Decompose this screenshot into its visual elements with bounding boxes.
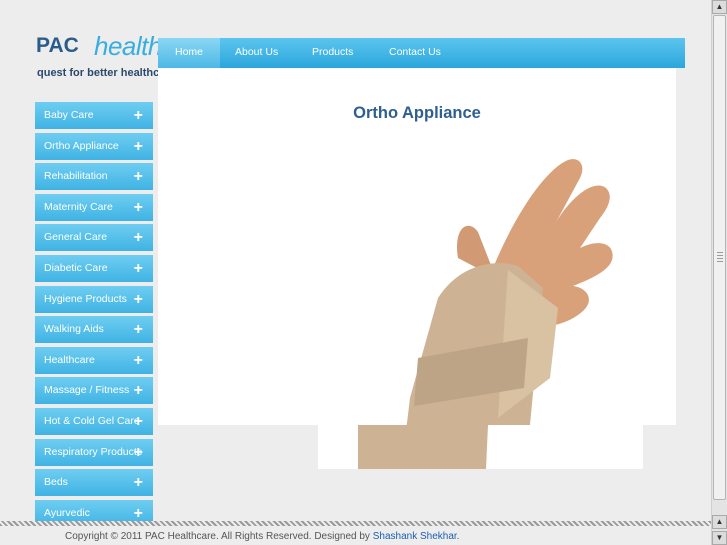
sidebar-item-label: General Care bbox=[44, 231, 108, 244]
sidebar-item-label: Beds bbox=[44, 476, 68, 489]
arrow-down-icon[interactable]: ▼ bbox=[712, 531, 727, 545]
sidebar-item-maternity-care[interactable]: Maternity Care + bbox=[35, 193, 153, 221]
sidebar-menu: Baby Care + Ortho Appliance + Rehabilitati… bbox=[35, 102, 153, 530]
sidebar-item-baby-care[interactable]: Baby Care + bbox=[35, 102, 153, 129]
nav-products[interactable]: Products bbox=[312, 38, 353, 68]
plus-icon[interactable]: + bbox=[134, 439, 143, 466]
designer-link[interactable]: Shashank Shekhar bbox=[373, 531, 457, 542]
plus-icon[interactable]: + bbox=[134, 286, 143, 313]
product-image bbox=[401, 159, 613, 469]
sidebar-item-label: Diabetic Care bbox=[44, 261, 108, 274]
plus-icon[interactable]: + bbox=[134, 469, 143, 496]
plus-icon[interactable]: + bbox=[134, 408, 143, 435]
plus-icon[interactable]: + bbox=[134, 316, 143, 343]
sidebar-item-beds[interactable]: Beds + bbox=[35, 469, 153, 497]
sidebar-item-label: Massage / Fitness bbox=[44, 384, 130, 397]
sidebar-item-diabetic-care[interactable]: Diabetic Care + bbox=[35, 254, 153, 282]
product-image-base bbox=[318, 425, 643, 469]
sidebar-item-label: Rehabilitation bbox=[44, 170, 108, 183]
sidebar-item-healthcare[interactable]: Healthcare + bbox=[35, 346, 153, 374]
sidebar-item-label: Ortho Appliance bbox=[44, 139, 119, 152]
sidebar-item-label: Ayurvedic bbox=[44, 506, 90, 519]
site-tagline: quest for better healthcare bbox=[37, 67, 176, 79]
sidebar-item-label: Healthcare bbox=[44, 353, 95, 366]
sidebar-item-hygiene-products[interactable]: Hygiene Products + bbox=[35, 285, 153, 313]
copyright-text: Copyright © 2011 PAC Healthcare. All Rig… bbox=[65, 531, 459, 542]
sidebar-item-respiratory-products[interactable]: Respiratory Products + bbox=[35, 438, 153, 466]
nav-contact-us[interactable]: Contact Us bbox=[389, 38, 441, 68]
sidebar-item-rehabilitation[interactable]: Rehabilitation + bbox=[35, 163, 153, 191]
footer-divider bbox=[0, 521, 711, 526]
sidebar-item-label: Walking Aids bbox=[44, 323, 104, 336]
grip-icon bbox=[717, 252, 723, 264]
page-title: Ortho Appliance bbox=[353, 104, 481, 122]
footer: Copyright © 2011 PAC Healthcare. All Rig… bbox=[0, 521, 711, 545]
nav-about-us[interactable]: About Us bbox=[235, 38, 278, 68]
sidebar-item-label: Maternity Care bbox=[44, 200, 113, 213]
plus-icon[interactable]: + bbox=[134, 163, 143, 190]
copyright-suffix: . bbox=[456, 531, 460, 542]
sidebar-item-ortho-appliance[interactable]: Ortho Appliance + bbox=[35, 132, 153, 160]
plus-icon[interactable]: + bbox=[134, 102, 143, 129]
arrow-up-icon[interactable]: ▲ bbox=[712, 515, 727, 529]
scrollbar-thumb[interactable] bbox=[713, 15, 726, 500]
sidebar-item-label: Respiratory Products bbox=[44, 445, 143, 458]
plus-icon[interactable]: + bbox=[134, 194, 143, 221]
sidebar-item-walking-aids[interactable]: Walking Aids + bbox=[35, 316, 153, 344]
nav-home[interactable]: Home bbox=[158, 38, 220, 68]
logo-pac-text: PAC bbox=[36, 34, 79, 57]
sidebar-item-general-care[interactable]: General Care + bbox=[35, 224, 153, 252]
sidebar-item-hot-cold-gel-care[interactable]: Hot & Cold Gel Care + bbox=[35, 407, 153, 435]
main-navigation: Home About Us Products Contact Us bbox=[158, 38, 685, 68]
copyright-prefix: Copyright © 2011 PAC Healthcare. All Rig… bbox=[65, 531, 373, 542]
sidebar-item-label: Hot & Cold Gel Care bbox=[44, 414, 140, 427]
main-content: Ortho Appliance bbox=[158, 68, 676, 469]
sidebar-item-massage-fitness[interactable]: Massage / Fitness + bbox=[35, 377, 153, 405]
plus-icon[interactable]: + bbox=[134, 377, 143, 404]
plus-icon[interactable]: + bbox=[134, 224, 143, 251]
plus-icon[interactable]: + bbox=[134, 133, 143, 160]
vertical-scrollbar[interactable]: ▲ ▲ ▼ bbox=[711, 0, 727, 545]
sidebar-item-label: Baby Care bbox=[44, 109, 94, 121]
plus-icon[interactable]: + bbox=[134, 255, 143, 282]
product-image-lower bbox=[358, 425, 488, 469]
plus-icon[interactable]: + bbox=[134, 347, 143, 374]
arrow-up-icon[interactable]: ▲ bbox=[712, 0, 727, 14]
sidebar-item-label: Hygiene Products bbox=[44, 292, 127, 305]
